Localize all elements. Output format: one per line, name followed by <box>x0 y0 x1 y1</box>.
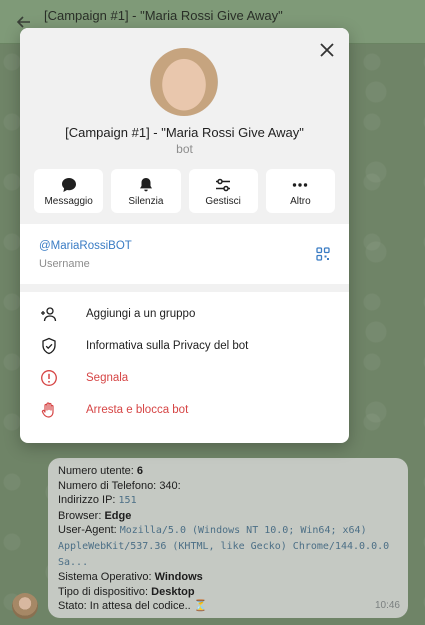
manage-button[interactable]: Gestisci <box>188 169 258 213</box>
sender-avatar[interactable] <box>12 593 38 619</box>
section-divider <box>20 284 349 292</box>
hand-stop-icon <box>41 402 54 418</box>
more-button-label: Altro <box>290 196 311 207</box>
bell-icon <box>139 178 152 192</box>
hourglass-icon: ⏳ <box>193 600 208 613</box>
avatar[interactable] <box>150 48 218 116</box>
menu-item-label: Segnala <box>86 372 129 384</box>
add-user-icon <box>41 307 57 322</box>
sliders-icon <box>216 178 231 192</box>
message-line: Stato: In attesa del codice.. ⏳ <box>58 600 208 613</box>
menu-item-label: Informativa sulla Privacy del bot <box>86 340 249 352</box>
profile-header: [Campaign #1] - "Maria Rossi Give Away" … <box>20 28 349 252</box>
profile-menu: Aggiungi a un gruppo Informativa sulla P… <box>20 298 349 426</box>
chat-title: [Campaign #1] - "Maria Rossi Give Away" <box>44 8 283 23</box>
message-button[interactable]: Messaggio <box>34 169 104 213</box>
message-line: Browser: Edge <box>58 509 132 522</box>
message-icon <box>61 178 76 192</box>
alert-icon <box>41 370 57 386</box>
mute-button-label: Silenzia <box>128 196 164 207</box>
menu-item-label: Arresta e blocca bot <box>86 404 189 416</box>
message-line: Sa... <box>58 556 89 568</box>
menu-item-label: Aggiungi a un gruppo <box>86 308 196 320</box>
message-button-label: Messaggio <box>44 196 93 207</box>
profile-subtitle: bot <box>176 142 193 156</box>
close-icon[interactable] <box>319 42 335 58</box>
menu-item-add-to-group[interactable]: Aggiungi a un gruppo <box>20 298 349 330</box>
action-buttons: Messaggio Silenzia Gestisci Altro <box>34 169 335 213</box>
more-button[interactable]: Altro <box>265 169 335 213</box>
bot-profile-dialog: [Campaign #1] - "Maria Rossi Give Away" … <box>20 28 349 443</box>
menu-item-privacy-policy[interactable]: Informativa sulla Privacy del bot <box>20 330 349 362</box>
message-line: AppleWebKit/537.36 (KHTML, like Gecko) C… <box>58 540 390 552</box>
username-value[interactable]: @MariaRossiBOT <box>39 240 132 252</box>
profile-name: [Campaign #1] - "Maria Rossi Give Away" <box>65 125 304 140</box>
menu-item-report[interactable]: Segnala <box>20 362 349 394</box>
message-line: Tipo di dispositivo: Desktop <box>58 585 195 598</box>
shield-check-icon <box>42 337 56 355</box>
qr-code-icon[interactable] <box>316 247 330 261</box>
message-line: Numero di Telefono: 340: <box>58 479 181 492</box>
message-line: Sistema Operativo: Windows <box>58 571 203 584</box>
message-bubble: Numero utente: 6 Numero di Telefono: 340… <box>48 458 408 618</box>
menu-item-stop-block[interactable]: Arresta e blocca bot <box>20 394 349 426</box>
more-icon <box>293 183 308 187</box>
message-line: Numero utente: 6 <box>58 465 143 477</box>
username-row[interactable]: @MariaRossiBOT Username <box>20 224 349 284</box>
message-line: User-Agent: Mozilla/5.0 (Windows NT 10.0… <box>58 524 367 537</box>
message-line: Indirizzo IP: 151 <box>58 494 137 507</box>
message-time: 10:46 <box>374 600 400 612</box>
manage-button-label: Gestisci <box>205 196 241 207</box>
mute-button[interactable]: Silenzia <box>111 169 181 213</box>
username-label: Username <box>39 258 90 270</box>
